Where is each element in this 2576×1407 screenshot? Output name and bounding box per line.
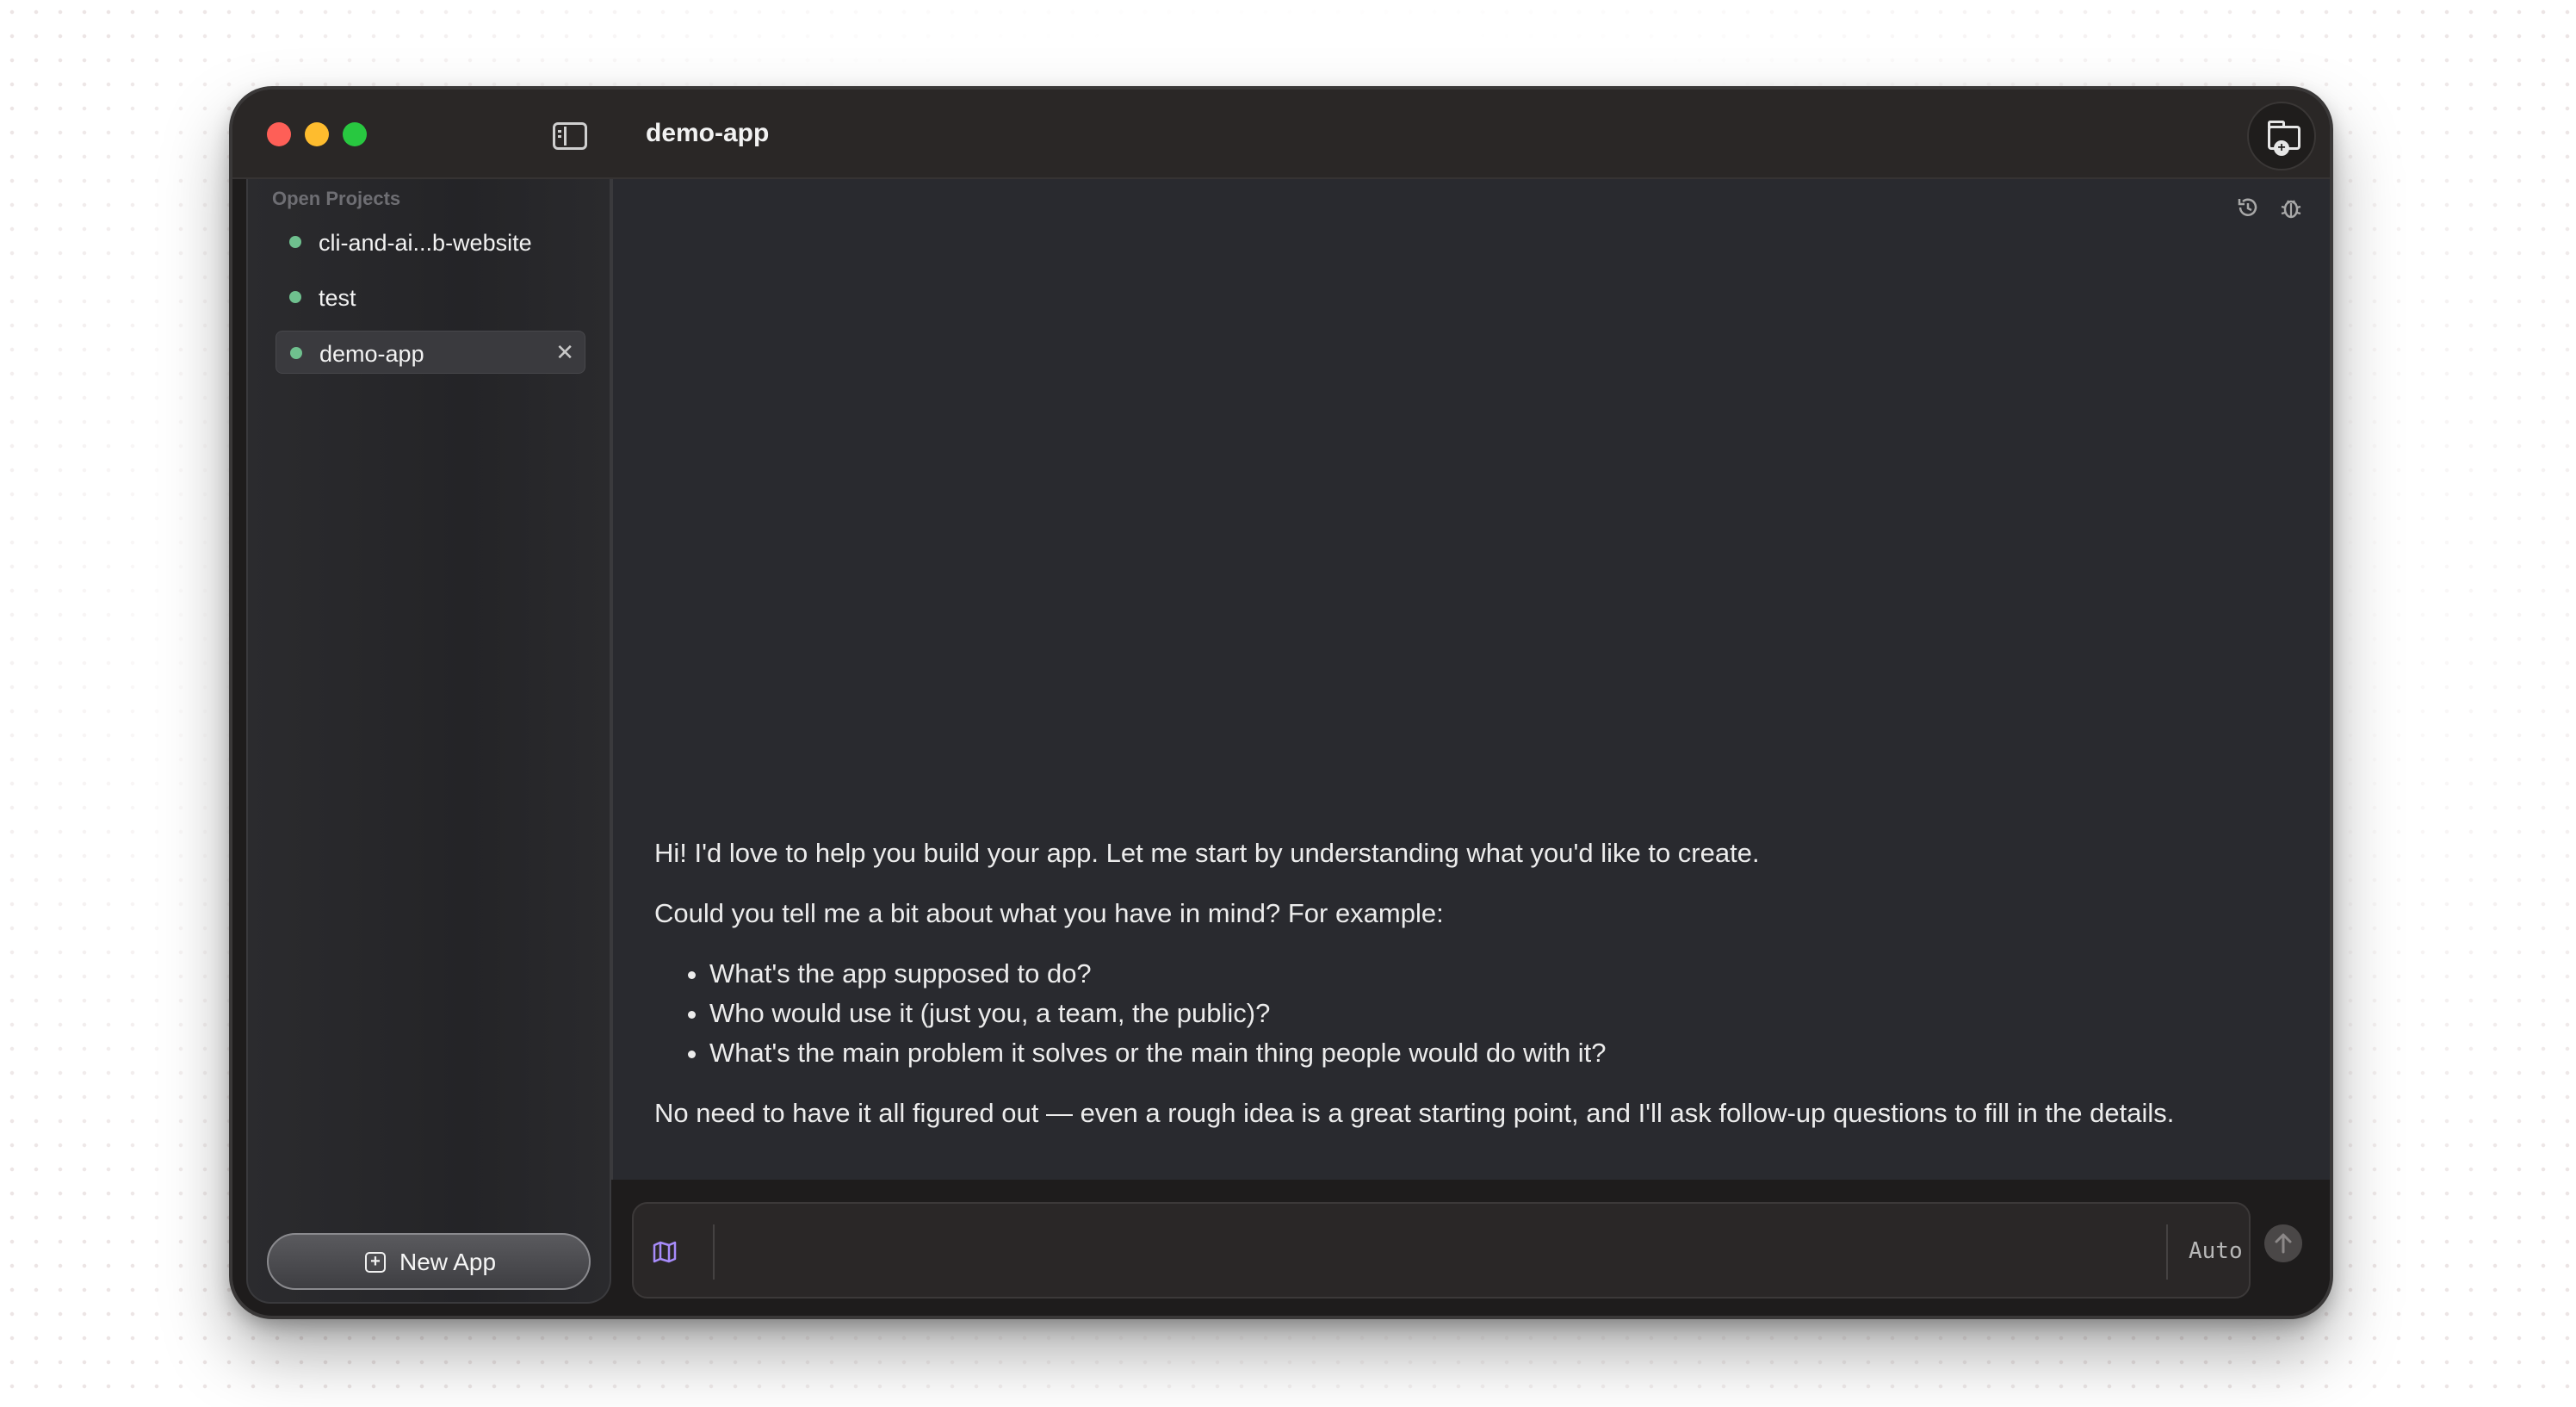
project-label: cli-and-ai...b-website [319,230,532,256]
project-label: test [319,285,356,311]
sidebar: Open Projects cli-and-ai...b-website tes… [246,179,611,1304]
app-window: demo-app + Open Projects cli-and-ai...b-… [232,90,2330,1316]
list-item: What's the app supposed to do? [709,954,2307,994]
assistant-message: Hi! I'd love to help you build your app.… [654,834,2307,1154]
new-app-button[interactable]: + New App [267,1233,591,1290]
list-item: What's the main problem it solves or the… [709,1033,2307,1073]
sidebar-heading: Open Projects [272,188,401,209]
plus-square-icon: + [365,1252,386,1273]
bug-icon[interactable] [2278,195,2304,220]
sidebar-project-item-active[interactable]: demo-app ✕ [276,331,585,374]
project-label: demo-app [319,341,424,367]
message-input[interactable] [728,1221,2071,1283]
status-dot [289,291,301,303]
list-item: Who would use it (just you, a team, the … [709,994,2307,1033]
chat-panel: Hi! I'd love to help you build your app.… [611,179,2330,1180]
close-icon[interactable]: ✕ [555,339,574,366]
composer: Auto [632,1202,2251,1299]
sidebar-project-item[interactable]: test [276,276,585,319]
message-intro: Hi! I'd love to help you build your app.… [654,838,1760,868]
composer-divider [713,1224,715,1280]
message-prompt: Could you tell me a bit about what you h… [654,898,1444,928]
window-title: demo-app [646,119,770,147]
new-app-label: New App [399,1249,497,1275]
plus-badge-icon: + [2274,140,2289,156]
status-dot [289,236,301,248]
composer-divider [2166,1224,2168,1280]
composer-area: Auto [611,1180,2330,1316]
window-close-button[interactable] [267,122,291,146]
folder-plus-icon: + [2268,121,2300,156]
map-icon[interactable] [651,1238,678,1266]
sidebar-project-item[interactable]: cli-and-ai...b-website [276,220,585,263]
question-list: What's the app supposed to do? Who would… [709,954,2307,1073]
new-project-button[interactable]: + [2247,102,2316,170]
status-dot [290,347,302,359]
window-maximize-button[interactable] [343,122,367,146]
history-icon[interactable] [2235,195,2261,220]
message-closing: No need to have it all figured out — eve… [654,1098,2175,1128]
title-bar: demo-app + [232,90,2330,179]
mode-selector[interactable]: Auto [2189,1238,2243,1264]
send-button[interactable] [2264,1224,2302,1262]
window-minimize-button[interactable] [305,122,329,146]
sidebar-toggle-icon[interactable] [553,122,587,150]
